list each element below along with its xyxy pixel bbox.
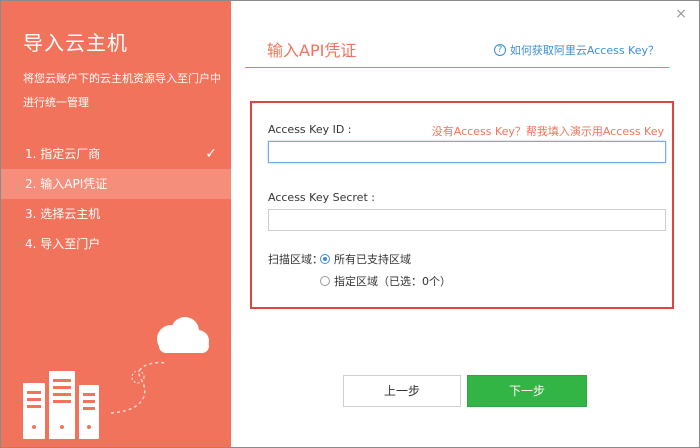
import-cloud-host-dialog: 导入云主机 将您云账户下的云主机资源导入至门户中进行统一管理 1. 指定云厂商 …	[0, 0, 700, 448]
step-item-specify-vendor[interactable]: 1. 指定云厂商 ✓	[1, 139, 231, 169]
help-link[interactable]: ? 如何获取阿里云Access Key？	[493, 42, 659, 58]
sidebar-title: 导入云主机	[23, 31, 128, 55]
fill-demo-key-link[interactable]: 没有Access Key？帮我填入演示用Access Key	[432, 123, 664, 139]
sidebar-description: 将您云账户下的云主机资源导入至门户中进行统一管理	[23, 72, 221, 109]
access-key-secret-input[interactable]	[268, 209, 666, 231]
step-item-select-hosts[interactable]: 3. 选择云主机	[1, 199, 231, 229]
step-label: 3. 选择云主机	[25, 207, 101, 221]
next-button[interactable]: 下一步	[467, 375, 587, 407]
step-label: 2. 输入API凭证	[25, 177, 108, 191]
page-title: 输入API凭证	[267, 41, 357, 60]
region-option-label: 指定区域（已选：0个）	[334, 275, 451, 288]
help-link-label: 如何获取阿里云Access Key？	[509, 44, 659, 57]
close-icon[interactable]: ×	[673, 6, 689, 22]
prev-button[interactable]: 上一步	[343, 375, 461, 407]
check-icon: ✓	[205, 146, 217, 162]
main-panel: × 输入API凭证 ? 如何获取阿里云Access Key？ Access Ke…	[231, 1, 699, 447]
step-list: 1. 指定云厂商 ✓ 2. 输入API凭证 3. 选择云主机 4. 导入至门户	[1, 139, 231, 259]
step-item-import-portal[interactable]: 4. 导入至门户	[1, 229, 231, 259]
region-option-specified[interactable]: 指定区域（已选：0个）	[320, 273, 451, 289]
access-key-id-input[interactable]	[268, 141, 666, 163]
title-divider	[245, 67, 669, 68]
access-key-id-label: Access Key ID :	[268, 123, 352, 136]
region-option-all[interactable]: 所有已支持区域	[320, 251, 411, 267]
cloud-upload-illustration	[23, 317, 209, 439]
question-icon: ?	[493, 44, 506, 56]
radio-button[interactable]	[320, 254, 330, 264]
step-label: 4. 导入至门户	[25, 237, 101, 251]
scan-region-label: 扫描区域：	[268, 253, 323, 266]
cloud-icon	[157, 317, 209, 353]
access-key-secret-label: Access Key Secret :	[268, 191, 375, 204]
step-item-api-credentials[interactable]: 2. 输入API凭证	[1, 169, 231, 199]
sidebar: 导入云主机 将您云账户下的云主机资源导入至门户中进行统一管理 1. 指定云厂商 …	[1, 1, 231, 447]
credentials-form: Access Key ID : 没有Access Key？帮我填入演示用Acce…	[250, 101, 674, 309]
radio-button[interactable]	[320, 276, 330, 286]
step-label: 1. 指定云厂商	[25, 147, 101, 161]
region-option-label: 所有已支持区域	[334, 253, 411, 266]
